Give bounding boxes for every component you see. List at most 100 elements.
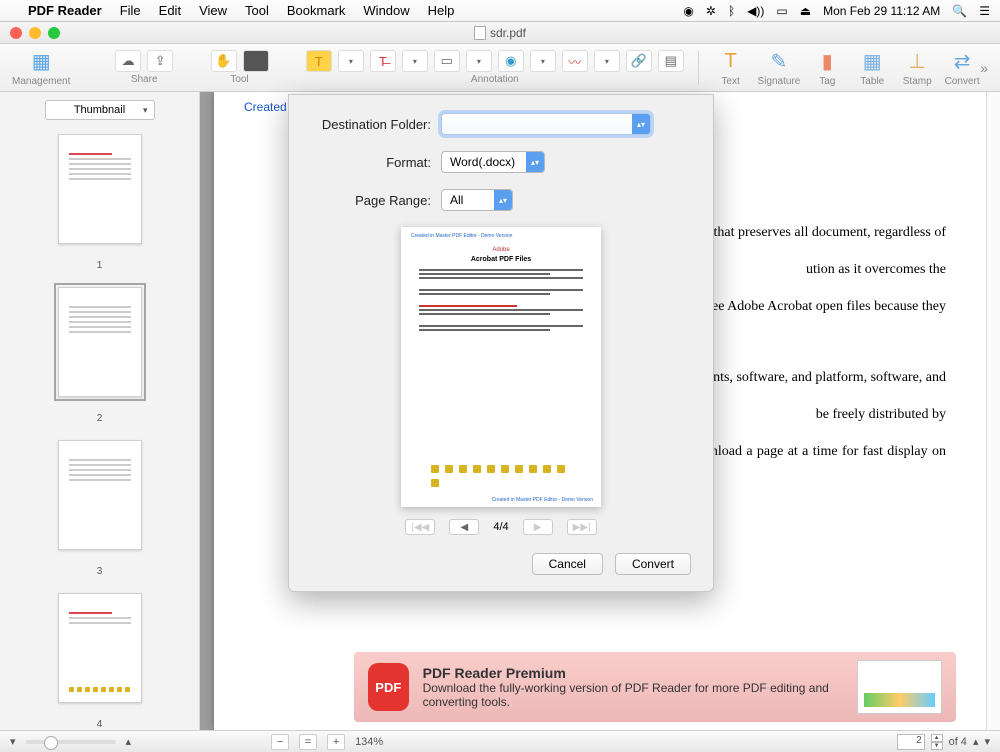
freehand-icon[interactable]: 〰 bbox=[562, 50, 588, 72]
clock[interactable]: Mon Feb 29 11:12 AM bbox=[823, 4, 940, 18]
system-menubar: PDF Reader File Edit View Tool Bookmark … bbox=[0, 0, 1000, 22]
dest-folder-select[interactable]: ▴▾ bbox=[441, 113, 651, 135]
zoom-window-button[interactable] bbox=[48, 27, 60, 39]
chevron-updown-icon: ▴▾ bbox=[632, 114, 650, 134]
eject-icon[interactable]: ⏏ bbox=[800, 4, 811, 18]
chevron-updown-icon: ▴▾ bbox=[494, 190, 512, 210]
sh-dropdown-icon[interactable]: ▾ bbox=[466, 50, 492, 72]
page-stepper[interactable]: ▲▼ bbox=[931, 734, 943, 750]
signature-icon[interactable]: ✎ bbox=[761, 48, 797, 74]
zoom-in-button[interactable]: + bbox=[327, 734, 345, 750]
zoom-reset-button[interactable]: = bbox=[299, 734, 317, 750]
next-page-icon[interactable]: ▾ bbox=[984, 735, 990, 748]
stamp-dot-icon[interactable]: ◉ bbox=[498, 50, 524, 72]
zoom-out-slider-icon[interactable]: ▾ bbox=[10, 735, 16, 748]
thumb-num-4: 4 bbox=[97, 719, 103, 730]
menu-tool[interactable]: Tool bbox=[245, 3, 269, 18]
banner-screenshot bbox=[857, 660, 942, 714]
zoom-slider[interactable] bbox=[26, 740, 116, 744]
close-window-button[interactable] bbox=[10, 27, 22, 39]
banner-subtitle: Download the fully-working version of PD… bbox=[423, 681, 843, 709]
shape-icon[interactable]: ▭ bbox=[434, 50, 460, 72]
window-titlebar: sdr.pdf bbox=[0, 22, 1000, 44]
app-toolbar: ▦ Management ☁ ⇪ Share ✋ Tool T ▾ T̶ ▾ ▭… bbox=[0, 44, 1000, 92]
zoom-in-slider-icon[interactable]: ▴ bbox=[126, 735, 132, 748]
hl-dropdown-icon[interactable]: ▾ bbox=[338, 50, 364, 72]
form-icon[interactable]: ▤ bbox=[658, 50, 684, 72]
highlight-icon[interactable]: T bbox=[306, 50, 332, 72]
range-label: Page Range: bbox=[311, 193, 441, 208]
vertical-scrollbar[interactable] bbox=[986, 92, 1000, 730]
display-icon[interactable]: ▭ bbox=[776, 4, 787, 18]
pdf-badge-icon: PDF bbox=[368, 663, 409, 711]
notifications-icon[interactable]: ☰ bbox=[979, 4, 990, 18]
stamp-icon[interactable]: ⊥ bbox=[899, 48, 935, 74]
strikethrough-icon[interactable]: T̶ bbox=[370, 50, 396, 72]
app-menu[interactable]: PDF Reader bbox=[28, 3, 102, 18]
thumbnail-1[interactable] bbox=[58, 134, 142, 244]
toolbar-overflow-icon[interactable]: » bbox=[980, 60, 988, 76]
volume-icon[interactable]: ◀)) bbox=[747, 4, 764, 18]
menu-edit[interactable]: Edit bbox=[159, 3, 181, 18]
management-icon[interactable]: ▦ bbox=[23, 48, 59, 74]
menu-help[interactable]: Help bbox=[428, 3, 455, 18]
convert-button[interactable]: Convert bbox=[615, 553, 691, 575]
tool-label: Tool bbox=[230, 74, 248, 85]
last-page-button[interactable]: ▶▶| bbox=[567, 519, 597, 535]
tag-icon[interactable]: ▮ bbox=[809, 48, 845, 74]
zoom-out-button[interactable]: − bbox=[271, 734, 289, 750]
hand-tool-icon[interactable]: ✋ bbox=[211, 50, 237, 72]
fh-dropdown-icon[interactable]: ▾ bbox=[594, 50, 620, 72]
thumb-num-2: 2 bbox=[97, 413, 103, 424]
menu-file[interactable]: File bbox=[120, 3, 141, 18]
cloud-icon[interactable]: ☁ bbox=[115, 50, 141, 72]
link-icon[interactable]: 🔗 bbox=[626, 50, 652, 72]
share-label: Share bbox=[131, 74, 158, 85]
table-label: Table bbox=[860, 76, 884, 87]
range-select[interactable]: All▴▾ bbox=[441, 189, 513, 211]
select-tool-icon[interactable] bbox=[243, 50, 269, 72]
menu-view[interactable]: View bbox=[199, 3, 227, 18]
stamp-label: Stamp bbox=[903, 76, 932, 87]
thumbnail-3[interactable] bbox=[58, 440, 142, 550]
management-label: Management bbox=[12, 76, 70, 87]
thumb-num-3: 3 bbox=[97, 566, 103, 577]
prev-page-icon[interactable]: ▴ bbox=[973, 735, 979, 748]
premium-banner[interactable]: PDF PDF Reader Premium Download the full… bbox=[354, 652, 956, 722]
convert-icon[interactable]: ⇄ bbox=[944, 48, 980, 74]
page-input[interactable]: 2 bbox=[897, 734, 925, 750]
convert-label: Convert bbox=[945, 76, 980, 87]
cancel-button[interactable]: Cancel bbox=[532, 553, 603, 575]
export-icon[interactable]: ⇪ bbox=[147, 50, 173, 72]
thumbnail-sidebar: Thumbnail 1 2 3 4 bbox=[0, 92, 200, 730]
document-icon bbox=[474, 26, 486, 40]
menu-bookmark[interactable]: Bookmark bbox=[287, 3, 346, 18]
thumb-num-1: 1 bbox=[97, 260, 103, 271]
status-icon[interactable]: ◉ bbox=[683, 4, 693, 18]
bluetooth-icon[interactable]: ᛒ bbox=[728, 4, 735, 18]
page-preview: Created in Master PDF Editor - Demo Vers… bbox=[401, 227, 601, 507]
format-select[interactable]: Word(.docx)▴▾ bbox=[441, 151, 545, 173]
format-label: Format: bbox=[311, 155, 441, 170]
sd-dropdown-icon[interactable]: ▾ bbox=[530, 50, 556, 72]
thumbnail-4[interactable] bbox=[58, 593, 142, 703]
dest-label: Destination Folder: bbox=[311, 117, 441, 132]
page-total: of 4 bbox=[949, 736, 967, 748]
st-dropdown-icon[interactable]: ▾ bbox=[402, 50, 428, 72]
table-icon[interactable]: ▦ bbox=[854, 48, 890, 74]
sidebar-mode-select[interactable]: Thumbnail bbox=[45, 100, 155, 120]
convert-dialog: Destination Folder: ▴▾ Format: Word(.doc… bbox=[288, 94, 714, 592]
chevron-updown-icon: ▴▾ bbox=[526, 152, 544, 172]
next-page-button[interactable]: ▶ bbox=[523, 519, 553, 535]
first-page-button[interactable]: |◀◀ bbox=[405, 519, 435, 535]
menu-window[interactable]: Window bbox=[363, 3, 409, 18]
text-tool-icon[interactable]: T bbox=[713, 48, 749, 74]
banner-title: PDF Reader Premium bbox=[423, 665, 843, 681]
gear-icon[interactable]: ✲ bbox=[706, 4, 716, 18]
thumbnail-2[interactable] bbox=[58, 287, 142, 397]
page-indicator: 4/4 bbox=[493, 521, 508, 533]
tag-label: Tag bbox=[819, 76, 835, 87]
prev-page-button[interactable]: ◀ bbox=[449, 519, 479, 535]
minimize-window-button[interactable] bbox=[29, 27, 41, 39]
spotlight-icon[interactable]: 🔍 bbox=[952, 4, 967, 18]
